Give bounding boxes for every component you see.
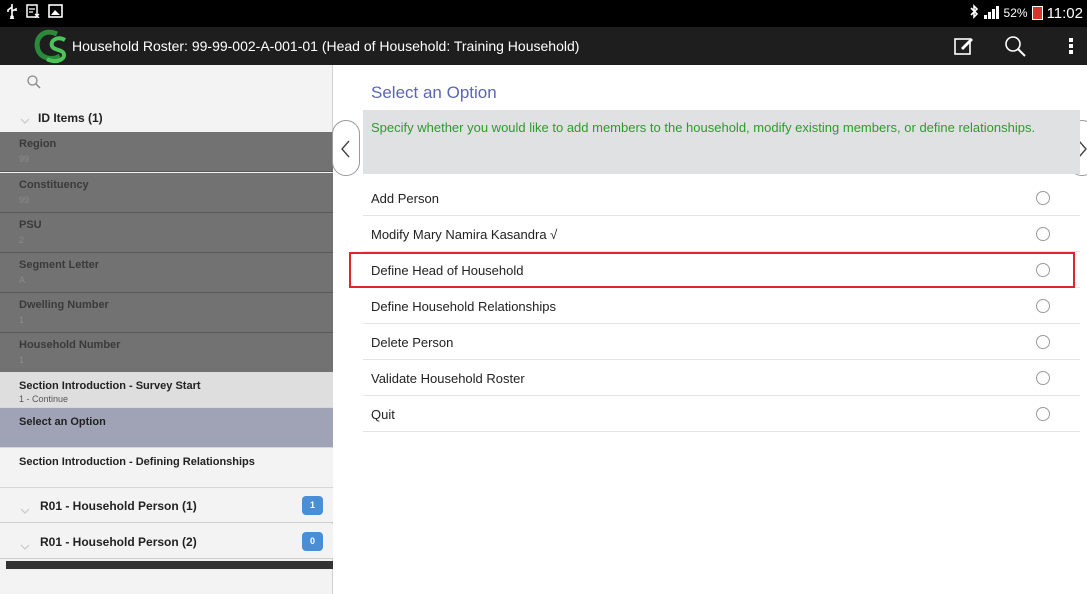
edit-icon[interactable]: [950, 33, 976, 59]
id-item-constituency[interactable]: Constituency 99: [0, 173, 333, 213]
app-logo-icon: [32, 28, 70, 64]
option-label: Quit: [371, 407, 395, 422]
roster-row-label: R01 - Household Person (2): [40, 535, 197, 549]
id-item-value: 1: [19, 315, 25, 325]
section-survey-start[interactable]: Section Introduction - Survey Start 1 - …: [0, 372, 333, 408]
id-item-value: 99: [19, 195, 30, 205]
page-title: Household Roster: 99-99-002-A-001-01 (He…: [72, 38, 580, 54]
usb-icon: [6, 3, 18, 24]
count-badge: 0: [302, 532, 323, 551]
question-title: Select an Option: [371, 83, 497, 102]
chevron-down-icon: [20, 538, 30, 550]
battery-icon: [1031, 6, 1043, 20]
sidebar-search-icon[interactable]: [26, 74, 42, 90]
section-select-option[interactable]: Select an Option: [0, 408, 333, 448]
option-add-person[interactable]: Add Person: [363, 180, 1080, 216]
id-items-label: ID Items (1): [38, 111, 103, 125]
selection-highlight-box: [349, 252, 1075, 288]
action-bar: Household Roster: 99-99-002-A-001-01 (He…: [0, 27, 1087, 65]
status-bar: 52% 11:02: [0, 0, 1087, 27]
option-delete-person[interactable]: Delete Person: [363, 324, 1080, 360]
radio-button[interactable]: [1036, 299, 1050, 313]
section-label: Section Introduction - Survey Start: [19, 380, 201, 392]
option-label: Define Household Relationships: [371, 299, 557, 314]
id-item-label: Dwelling Number: [19, 299, 109, 311]
option-modify-person[interactable]: Modify Mary Namira Kasandra √: [363, 216, 1080, 252]
radio-button[interactable]: [1036, 335, 1050, 349]
search-icon[interactable]: [1002, 33, 1028, 59]
id-items-group-header[interactable]: ID Items (1): [0, 103, 333, 133]
roster-row-label: R01 - Household Person (1): [40, 499, 197, 513]
option-label: Modify Mary Namira Kasandra √: [371, 227, 558, 242]
signal-icon: [983, 5, 1000, 22]
chevron-down-icon: [20, 112, 30, 124]
section-label: Section Introduction - Defining Relation…: [19, 456, 255, 468]
overflow-menu-icon[interactable]: [1058, 33, 1084, 59]
id-item-value: 99: [19, 154, 30, 164]
radio-button[interactable]: [1036, 407, 1050, 421]
option-label: Delete Person: [371, 335, 454, 350]
id-item-value: A: [19, 275, 26, 285]
id-item-psu[interactable]: PSU 2: [0, 213, 333, 253]
id-item-segment-letter[interactable]: Segment Letter A: [0, 253, 333, 293]
sidebar-scroll-bar[interactable]: [6, 561, 333, 569]
option-validate-roster[interactable]: Validate Household Roster: [363, 360, 1080, 396]
id-item-region[interactable]: Region 99: [0, 132, 333, 172]
option-define-relationships[interactable]: Define Household Relationships: [363, 288, 1080, 324]
id-item-dwelling-number[interactable]: Dwelling Number 1: [0, 293, 333, 333]
section-sub: 1 - Continue: [19, 394, 69, 404]
radio-button[interactable]: [1036, 371, 1050, 385]
id-item-label: Region: [19, 138, 57, 150]
roster-row-person-1[interactable]: R01 - Household Person (1) 1: [0, 488, 333, 523]
radio-button[interactable]: [1036, 191, 1050, 205]
previous-button[interactable]: [332, 120, 360, 176]
id-item-label: Segment Letter: [19, 259, 100, 271]
radio-button[interactable]: [1036, 227, 1050, 241]
chevron-down-icon: [20, 502, 30, 514]
question-text: Specify whether you would like to add me…: [371, 120, 1036, 135]
id-item-label: PSU: [19, 219, 42, 231]
battery-label: 52%: [1003, 6, 1028, 20]
count-badge: 1: [302, 496, 323, 515]
notification-icon: [26, 4, 40, 23]
id-item-value: 1: [19, 355, 25, 365]
section-label: Select an Option: [19, 416, 106, 428]
option-label: Add Person: [371, 191, 439, 206]
id-item-value: 2: [19, 235, 25, 245]
section-defining-relationships[interactable]: Section Introduction - Defining Relation…: [0, 448, 333, 488]
option-label: Validate Household Roster: [371, 371, 525, 386]
id-item-label: Constituency: [19, 179, 89, 191]
roster-row-person-2[interactable]: R01 - Household Person (2) 0: [0, 524, 333, 559]
screenshot-icon: [48, 4, 63, 23]
id-item-household-number[interactable]: Household Number 1: [0, 333, 333, 373]
bluetooth-icon: [969, 4, 979, 22]
question-box: Specify whether you would like to add me…: [363, 110, 1080, 174]
clock: 11:02: [1046, 4, 1083, 22]
option-quit[interactable]: Quit: [363, 396, 1080, 432]
sidebar: ID Items (1) Region 99 Constituency 99 P…: [0, 65, 333, 594]
chevron-left-icon: [341, 140, 350, 158]
id-item-label: Household Number: [19, 339, 121, 351]
